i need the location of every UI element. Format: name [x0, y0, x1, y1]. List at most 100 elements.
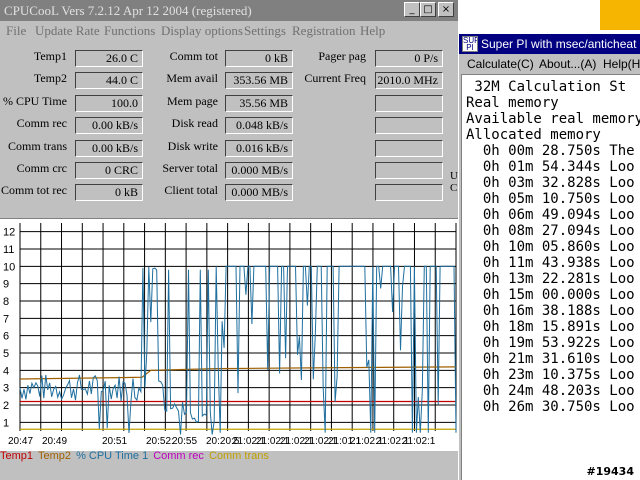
menu-file[interactable]: File [6, 21, 26, 41]
output-line: 0h 26m 30.750s Loo [466, 399, 635, 415]
output-line: 0h 00m 28.750s The [466, 143, 635, 159]
superpi-output: 32M Calculation St Real memory Available r… [461, 74, 640, 480]
superpi-app-icon: SUPERPI [462, 36, 478, 52]
empty-field-1 [375, 95, 443, 112]
current-freq-label: Current Freq [304, 71, 366, 85]
superpi-title-bar[interactable]: SUPERPI Super PI with msec/anticheat mod [459, 34, 640, 54]
y-tick-label: 4 [3, 365, 9, 377]
side-text-c: C [450, 182, 458, 194]
output-line: 0h 16m 38.188s Loo [466, 303, 635, 319]
legend-item: Temp1 [0, 450, 34, 462]
output-line: 0h 13m 22.281s Loo [466, 271, 635, 287]
cpucool-window: CPUCooL Vers 7.2.12 Apr 12 2004 (registe… [0, 0, 458, 480]
output-line: 0h 19m 53.922s Loo [466, 335, 635, 351]
output-line: Allocated memory [466, 127, 601, 143]
client-total-value: 0.000 MB/s [225, 184, 293, 201]
output-line: 0h 05m 10.750s Loo [466, 191, 635, 207]
menu-functions[interactable]: Functions [104, 21, 155, 41]
cpu-time-value: 100.0 [75, 95, 143, 112]
output-line: 0h 24m 48.203s Loo [466, 383, 635, 399]
comm-rec-value: 0.00 kB/s [75, 117, 143, 134]
desktop-icon-yellow[interactable] [600, 0, 640, 30]
maximize-button[interactable]: □ [420, 2, 436, 17]
y-tick-label: 10 [3, 261, 15, 273]
disk-read-label: Disk read [171, 116, 218, 130]
client-total-label: Client total [164, 183, 218, 197]
server-total-label: Server total [162, 161, 218, 175]
cpu-time-label: % CPU Time [2, 94, 67, 108]
x-tick-label: 20:52: [146, 436, 174, 447]
temp1-label: Temp1 [33, 49, 67, 63]
output-line: 0h 15m 00.000s Loo [466, 287, 635, 303]
menu-settings[interactable]: Settings [244, 21, 286, 41]
y-tick-label: 8 [3, 296, 9, 308]
series-cpu-time [19, 265, 457, 435]
watermark: #19434 [586, 465, 635, 478]
disk-write-value: 0.016 kB/s [225, 140, 293, 157]
y-tick-label: 9 [3, 279, 9, 291]
close-button[interactable]: × [438, 2, 454, 17]
x-tick-label: 20:51 [102, 436, 127, 447]
output-line: Real memory [466, 95, 559, 111]
empty-field-4 [375, 162, 443, 179]
menu-about[interactable]: About...(A) [539, 54, 596, 74]
mem-avail-value: 353.56 MB [225, 72, 293, 89]
server-total-value: 0.000 MB/s [225, 162, 293, 179]
comm-rec-label: Comm rec [16, 116, 67, 130]
cpucool-bottom-bar [0, 463, 458, 480]
output-line: 0h 18m 15.891s Loo [466, 319, 635, 335]
empty-field-2 [375, 117, 443, 134]
y-tick-label: 1 [3, 417, 9, 429]
y-tick-label: 7 [3, 313, 9, 325]
cpucool-title: CPUCooL Vers 7.2.12 Apr 12 2004 (registe… [4, 3, 252, 18]
output-line: 0h 21m 31.610s Loo [466, 351, 635, 367]
y-tick-label: 3 [3, 383, 9, 395]
output-line: 0h 01m 54.344s Loo [466, 159, 635, 175]
mem-page-value: 35.56 MB [225, 95, 293, 112]
output-line: 32M Calculation St [466, 79, 627, 95]
temp2-value: 44.0 C [75, 72, 143, 89]
empty-field-5 [375, 184, 443, 201]
comm-trans-label: Comm trans [8, 139, 67, 153]
comm-tot-label: Comm tot [169, 49, 218, 63]
output-line: Available real memory [466, 111, 640, 127]
output-line: 0h 23m 10.375s Loo [466, 367, 635, 383]
mem-page-label: Mem page [167, 94, 218, 108]
history-graph-svg: 12 11 10 9 8 7 6 5 4 3 2 1 20:47 20:49 20:51 20:52:20:5… [3, 223, 457, 447]
output-line: 0h 03m 32.828s Loo [466, 175, 635, 191]
pager-pag-label: Pager pag [318, 49, 366, 63]
graph-legend: Temp1 Temp2 % CPU Time 1 Comm rec Comm trans [0, 449, 458, 463]
y-tick-label: 12 [3, 227, 15, 239]
superpi-menu-bar: Calculate(C) About...(A) Help(H) [459, 54, 640, 74]
menu-help-superpi[interactable]: Help(H) [603, 54, 640, 74]
temp2-label: Temp2 [33, 71, 67, 85]
empty-field-3 [375, 140, 443, 157]
cpucool-title-bar[interactable]: CPUCooL Vers 7.2.12 Apr 12 2004 (registe… [0, 0, 458, 21]
x-tick-label: 20:55 [172, 436, 197, 447]
disk-write-label: Disk write [167, 139, 218, 153]
menu-calculate[interactable]: Calculate(C) [467, 54, 534, 74]
y-tick-label: 5 [3, 348, 9, 360]
y-tick-label: 11 [3, 244, 14, 256]
legend-item: Temp2 [38, 450, 72, 462]
pager-pag-value: 0 P/s [375, 50, 443, 67]
x-tick-label: 21:02:1 [402, 436, 436, 447]
comm-trans-value: 0.00 kB/s [75, 140, 143, 157]
output-line: 0h 06m 49.094s Loo [466, 207, 635, 223]
minimize-button[interactable]: _ [404, 2, 420, 17]
current-freq-value: 2010.0 MHz [375, 72, 443, 89]
menu-help[interactable]: Help [360, 21, 385, 41]
desktop-background [458, 0, 640, 34]
menu-display-options[interactable]: Display options [161, 21, 243, 41]
comm-tot-rec-value: 0 kB [75, 184, 143, 201]
cpucool-menu-bar: File Update Rate Functions Display optio… [0, 21, 458, 41]
superpi-window: SUPERPI Super PI with msec/anticheat mod… [458, 34, 640, 480]
comm-tot-rec-label: Comm tot rec [1, 183, 67, 197]
y-tick-label: 6 [3, 331, 9, 343]
menu-update-rate[interactable]: Update Rate [35, 21, 100, 41]
x-tick-label: 20:47 [8, 436, 33, 447]
comm-crc-value: 0 CRC [75, 162, 143, 179]
side-text-u: U [450, 170, 458, 182]
menu-registration[interactable]: Registration [292, 21, 356, 41]
disk-read-value: 0.048 kB/s [225, 117, 293, 134]
